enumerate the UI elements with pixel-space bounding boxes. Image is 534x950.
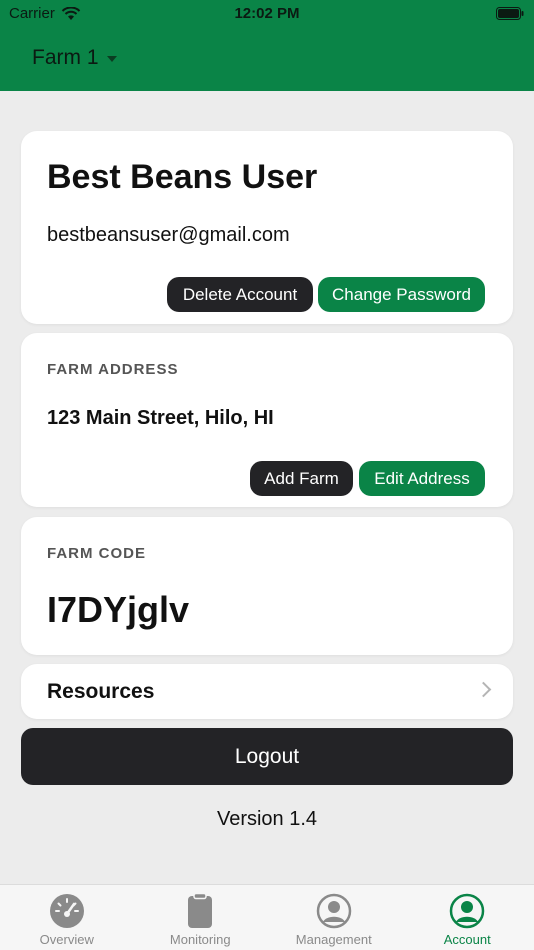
version-label: Version 1.4 [216, 808, 318, 830]
logout-button[interactable]: Logout [21, 728, 513, 785]
change-password-button[interactable]: Change Password [318, 277, 485, 312]
farm-address-value: 123 Main Street, Hilo, HI [47, 407, 274, 429]
resources-label: Resources [47, 680, 155, 703]
resources-row[interactable]: Resources [21, 664, 513, 719]
status-bar: Carrier 12:02 PM [0, 0, 534, 28]
tab-management[interactable]: Management [267, 885, 401, 950]
tab-label-management: Management [295, 932, 372, 947]
battery-icon [496, 7, 524, 20]
account-circle-icon [450, 893, 485, 929]
tab-label-monitoring: Monitoring [169, 932, 231, 947]
tab-monitoring[interactable]: Monitoring [134, 885, 268, 950]
tab-overview[interactable]: Overview [0, 885, 134, 950]
edit-address-button[interactable]: Edit Address [359, 461, 485, 496]
user-name: Best Beans User [47, 158, 318, 196]
tab-label-account: Account [443, 932, 491, 947]
tab-account[interactable]: Account [401, 885, 534, 950]
user-card: Best Beans User bestbeansuser@gmail.com … [21, 131, 513, 324]
person-circle-icon [316, 893, 351, 929]
chevron-down-icon [106, 56, 117, 62]
clipboard-icon [188, 893, 213, 928]
gauge-icon [49, 894, 84, 928]
user-email: bestbeansuser@gmail.com [47, 224, 290, 246]
farm-name: Farm 1 [32, 46, 99, 69]
tab-bar: Overview Monitoring Management Account [0, 884, 534, 950]
farm-code-value: I7DYjglv [47, 589, 190, 630]
app-header: Carrier 12:02 PM Farm 1 [0, 0, 534, 91]
add-farm-button[interactable]: Add Farm [250, 461, 353, 496]
farm-address-card: FARM ADDRESS 123 Main Street, Hilo, HI A… [21, 333, 513, 507]
farm-code-label: FARM CODE [47, 545, 146, 562]
farm-code-card: FARM CODE I7DYjglv [21, 517, 513, 655]
farm-address-label: FARM ADDRESS [47, 361, 179, 378]
delete-account-button[interactable]: Delete Account [167, 277, 313, 312]
chevron-right-icon [475, 681, 492, 698]
status-time: 12:02 PM [234, 5, 300, 22]
farm-selector[interactable]: Farm 1 [32, 46, 117, 70]
tab-label-overview: Overview [39, 932, 94, 947]
